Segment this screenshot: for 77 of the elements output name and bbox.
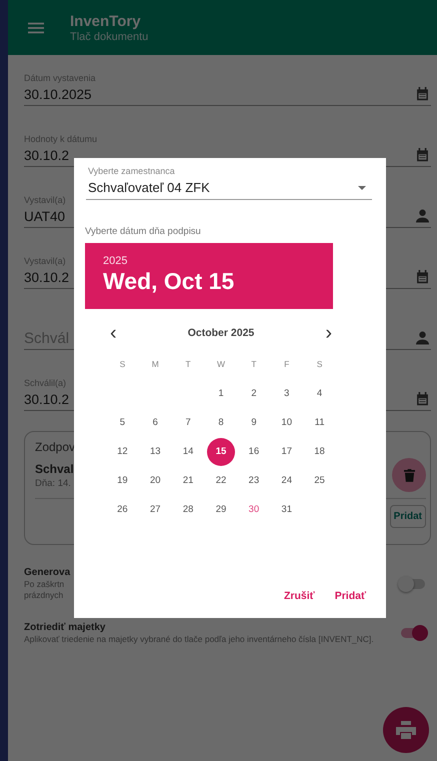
month-title: October 2025 [188, 327, 254, 339]
field-value: UAT40 [24, 208, 66, 224]
delete-button[interactable] [392, 458, 426, 492]
calendar-day[interactable]: 6 [141, 408, 170, 436]
calendar-day[interactable]: 29 [206, 496, 235, 524]
switch-title: Zotriediť majetky [24, 622, 106, 633]
calendar-day[interactable]: 30 [240, 496, 268, 524]
card-title: Zodpov [35, 440, 76, 454]
calendar-day[interactable]: 19 [108, 466, 136, 494]
employee-label: Vyberte zamestnanca [88, 166, 176, 176]
calendar-day[interactable]: 27 [141, 496, 170, 524]
person-icon[interactable] [416, 209, 429, 223]
calendar-day[interactable]: 5 [108, 408, 136, 436]
weekday-label: W [216, 358, 225, 371]
switch-description: Po zaškrtn [24, 579, 64, 589]
entry-name: Schval [35, 462, 74, 476]
switch-description: prázdnych [24, 590, 64, 600]
calendar-day[interactable]: 7 [174, 408, 202, 436]
calendar-day[interactable]: 3 [272, 380, 301, 408]
field-value: 30.10.2025 [24, 86, 92, 102]
date-label: Vyberte dátum dňa podpisu [85, 226, 202, 237]
calendar-day[interactable]: 12 [108, 438, 136, 466]
weekday-label: S [316, 358, 322, 371]
next-month-button[interactable]: › [321, 323, 336, 343]
calendar-day[interactable]: 22 [206, 466, 235, 494]
calendar-day[interactable]: 17 [272, 438, 301, 466]
calendar-icon[interactable] [416, 392, 429, 406]
dialog-button[interactable]: Zrušiť [278, 586, 321, 606]
weekday-label: T [186, 358, 191, 371]
calendar-day[interactable]: 23 [240, 466, 268, 494]
trash-icon [404, 468, 414, 482]
calendar-day[interactable]: 14 [174, 438, 202, 466]
previous-month-button[interactable]: ‹ [106, 323, 121, 343]
printer-icon [396, 721, 416, 739]
dropdown-caret-icon [358, 186, 366, 190]
calendar-day[interactable]: 1 [206, 380, 235, 408]
menu-icon[interactable] [28, 22, 44, 34]
entry-date: Dňa: 14. [35, 478, 71, 488]
calendar-day[interactable]: 13 [141, 438, 170, 466]
calendar-day[interactable]: 25 [306, 466, 334, 494]
switch-title: Generova [24, 567, 70, 578]
calendar-day[interactable]: 2 [240, 380, 268, 408]
employee-select[interactable]: Schvaľovateľ 04 ZFK [86, 176, 372, 200]
switch-description: Aplikovať triedenie na majetky vybrané do tlače podľa jeho inventárneho čísla [INVENT_NC]. [24, 634, 374, 644]
calendar-day[interactable]: 10 [272, 408, 301, 436]
calendar-day[interactable]: 8 [206, 408, 235, 436]
print-button[interactable] [383, 707, 429, 753]
calendar-day[interactable]: 20 [141, 466, 170, 494]
calendar-day[interactable]: 21 [174, 466, 202, 494]
calendar-day[interactable]: 24 [272, 466, 301, 494]
calendar-day[interactable]: 18 [306, 438, 334, 466]
field-value: 30.10.2 [24, 270, 70, 284]
weekday-label: S [120, 358, 126, 371]
app-title: InvenTory [70, 12, 142, 30]
calendar-icon[interactable] [416, 270, 429, 284]
weekday-label: F [284, 358, 290, 371]
header-date: Wed, Oct 15 [103, 268, 236, 295]
weekday-label: M [152, 358, 159, 371]
app-subtitle: Tlač dokumentu [70, 30, 148, 42]
dialog-button[interactable]: Pridať [328, 586, 372, 606]
calendar-day[interactable]: 11 [306, 408, 334, 436]
field-value: 30.10.2 [24, 148, 70, 162]
calendar-day[interactable]: 31 [272, 496, 301, 524]
header-year[interactable]: 2025 [103, 255, 128, 267]
calendar-day[interactable]: 26 [108, 496, 136, 524]
weekday-label: T [251, 358, 256, 371]
calendar-icon[interactable] [416, 87, 429, 101]
calendar-icon[interactable] [416, 148, 429, 162]
calendar-day[interactable]: 4 [306, 380, 334, 408]
toggle-switch[interactable] [401, 578, 425, 588]
calendar-day[interactable]: 16 [240, 438, 268, 466]
calendar-day[interactable]: 15 [206, 438, 235, 466]
field-value: 30.10.2 [24, 392, 70, 406]
toggle-switch[interactable] [401, 628, 425, 638]
calendar-day[interactable]: 9 [240, 408, 268, 436]
calendar-day[interactable]: 28 [174, 496, 202, 524]
person-icon[interactable] [416, 331, 429, 345]
